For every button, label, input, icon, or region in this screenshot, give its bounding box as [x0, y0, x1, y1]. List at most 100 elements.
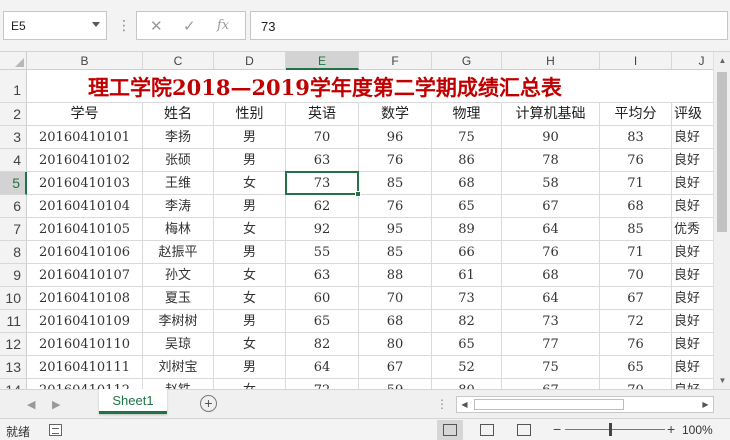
table-cell[interactable]: 67 — [502, 379, 600, 389]
sheet-tab-sheet1[interactable]: Sheet1 — [99, 389, 167, 414]
row-header-11[interactable]: 11 — [0, 310, 27, 333]
table-cell[interactable]: 75 — [432, 126, 502, 149]
column-header-b[interactable]: B — [27, 52, 143, 70]
header-cell[interactable]: 平均分 — [600, 103, 672, 126]
row-header-13[interactable]: 13 — [0, 356, 27, 379]
table-cell[interactable]: 75 — [502, 356, 600, 379]
page-break-view-button[interactable] — [511, 420, 537, 440]
column-header-c[interactable]: C — [143, 52, 214, 70]
table-cell[interactable]: 92 — [286, 218, 359, 241]
table-cell[interactable]: 76 — [359, 195, 432, 218]
normal-view-button[interactable] — [437, 420, 463, 440]
table-cell[interactable]: 68 — [359, 310, 432, 333]
table-cell[interactable]: 67 — [359, 356, 432, 379]
table-cell[interactable]: 73 — [502, 310, 600, 333]
insert-function-icon[interactable]: fx — [217, 18, 229, 33]
enter-icon[interactable]: ✓ — [183, 17, 196, 35]
header-cell[interactable]: 学号 — [27, 103, 143, 126]
table-cell[interactable]: 20160410110 — [27, 333, 143, 356]
table-cell[interactable]: 65 — [600, 356, 672, 379]
table-cell[interactable]: 88 — [359, 264, 432, 287]
horizontal-scroll-thumb[interactable] — [474, 399, 624, 410]
table-cell[interactable]: 85 — [359, 241, 432, 264]
table-cell[interactable]: 86 — [432, 149, 502, 172]
table-cell[interactable]: 71 — [600, 241, 672, 264]
row-header-8[interactable]: 8 — [0, 241, 27, 264]
tab-next-icon[interactable]: ▶ — [52, 398, 60, 411]
table-cell[interactable]: 58 — [502, 172, 600, 195]
table-cell[interactable]: 61 — [432, 264, 502, 287]
table-cell[interactable]: 82 — [286, 333, 359, 356]
horizontal-scrollbar[interactable]: ◀ ▶ — [456, 396, 714, 413]
table-cell[interactable]: 64 — [286, 356, 359, 379]
table-cell[interactable]: 赵振平 — [143, 241, 214, 264]
table-cell[interactable]: 72 — [600, 310, 672, 333]
table-cell[interactable]: 王维 — [143, 172, 214, 195]
table-cell[interactable]: 20160410103 — [27, 172, 143, 195]
table-cell[interactable]: 68 — [432, 172, 502, 195]
row-header-14[interactable]: 14 — [0, 379, 27, 389]
table-cell[interactable]: 89 — [432, 218, 502, 241]
row-header-12[interactable]: 12 — [0, 333, 27, 356]
row-header-4[interactable]: 4 — [0, 149, 27, 172]
table-cell[interactable]: 68 — [600, 195, 672, 218]
table-cell[interactable]: 63 — [286, 264, 359, 287]
vertical-scroll-thumb[interactable] — [717, 72, 727, 232]
row-header-9[interactable]: 9 — [0, 264, 27, 287]
table-cell[interactable]: 70 — [600, 264, 672, 287]
row-header-2[interactable]: 2 — [0, 103, 27, 126]
zoom-in-icon[interactable]: + — [667, 421, 675, 437]
row-header-6[interactable]: 6 — [0, 195, 27, 218]
table-cell[interactable]: 孙文 — [143, 264, 214, 287]
table-cell[interactable]: 71 — [600, 172, 672, 195]
table-cell[interactable]: 李树树 — [143, 310, 214, 333]
row-header-7[interactable]: 7 — [0, 218, 27, 241]
table-cell[interactable]: 67 — [502, 195, 600, 218]
table-cell[interactable]: 20160410107 — [27, 264, 143, 287]
formula-input[interactable]: 73 — [250, 11, 728, 40]
chevron-down-icon[interactable] — [92, 22, 100, 27]
table-cell[interactable]: 65 — [432, 333, 502, 356]
table-cell[interactable]: 83 — [600, 126, 672, 149]
table-cell[interactable]: 刘树宝 — [143, 356, 214, 379]
table-cell[interactable]: 赵铁 — [143, 379, 214, 389]
tab-splitter-icon[interactable]: ⋮ — [436, 397, 448, 411]
table-cell[interactable]: 67 — [600, 287, 672, 310]
table-cell[interactable]: 20160410109 — [27, 310, 143, 333]
table-cell[interactable]: 20160410111 — [27, 356, 143, 379]
table-cell[interactable]: 85 — [359, 172, 432, 195]
table-cell[interactable]: 66 — [432, 241, 502, 264]
table-cell[interactable]: 女 — [214, 264, 286, 287]
table-cell[interactable]: 64 — [502, 218, 600, 241]
table-cell[interactable]: 90 — [502, 126, 600, 149]
table-cell[interactable]: 59 — [359, 379, 432, 389]
table-cell[interactable]: 52 — [432, 356, 502, 379]
worksheet-grid[interactable]: BCDEFGHIJ1234567891011121314理工学院2018—201… — [0, 52, 730, 389]
table-cell[interactable]: 男 — [214, 310, 286, 333]
zoom-out-icon[interactable]: − — [553, 421, 561, 437]
column-header-f[interactable]: F — [359, 52, 432, 70]
zoom-level[interactable]: 100% — [682, 423, 713, 437]
table-cell[interactable]: 李涛 — [143, 195, 214, 218]
table-cell[interactable]: 20160410108 — [27, 287, 143, 310]
table-cell[interactable]: 80 — [359, 333, 432, 356]
table-cell[interactable]: 76 — [600, 333, 672, 356]
scroll-left-icon[interactable]: ◀ — [457, 397, 472, 412]
scroll-down-icon[interactable]: ▼ — [714, 372, 730, 389]
select-all-button[interactable] — [0, 52, 27, 70]
table-cell[interactable]: 78 — [502, 149, 600, 172]
table-cell[interactable]: 70 — [600, 379, 672, 389]
table-cell[interactable]: 20160410112 — [27, 379, 143, 389]
table-cell[interactable]: 76 — [502, 241, 600, 264]
table-cell[interactable]: 68 — [502, 264, 600, 287]
table-cell[interactable]: 64 — [502, 287, 600, 310]
zoom-slider-thumb[interactable] — [609, 423, 612, 436]
scroll-up-icon[interactable]: ▲ — [714, 52, 730, 69]
header-cell[interactable]: 姓名 — [143, 103, 214, 126]
column-header-h[interactable]: H — [502, 52, 600, 70]
table-cell[interactable]: 男 — [214, 241, 286, 264]
table-cell[interactable]: 20160410102 — [27, 149, 143, 172]
row-header-3[interactable]: 3 — [0, 126, 27, 149]
table-cell[interactable]: 70 — [286, 126, 359, 149]
column-header-e[interactable]: E — [286, 52, 359, 70]
